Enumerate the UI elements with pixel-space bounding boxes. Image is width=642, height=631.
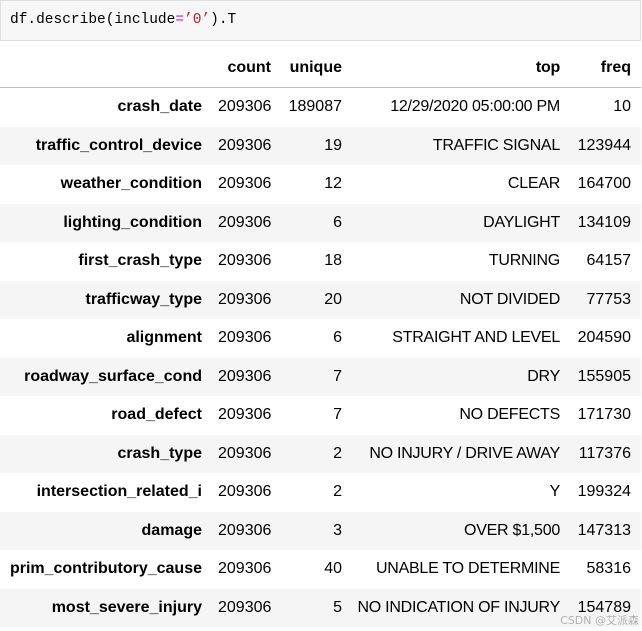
row-label: traffic_control_device: [35, 136, 202, 154]
table-header: count unique top freq: [0, 49, 641, 88]
cell-unique: 2: [333, 444, 342, 462]
table-row: roadway_surface_cond 209306 7 DRY 155905: [0, 357, 641, 396]
table-row: prim_contributory_cause 209306 40 UNABLE TO…: [0, 550, 641, 589]
cell-top: DAYLIGHT: [483, 213, 560, 231]
cell-unique: 40: [324, 560, 342, 578]
cell-unique: 6: [333, 213, 342, 231]
table-row: crash_type 209306 2 NO INJURY / DRIVE AWAY 1…: [0, 434, 641, 473]
column-header-freq: freq: [568, 49, 641, 88]
code-token: df.describe(include: [10, 12, 176, 28]
cell-unique: 3: [333, 521, 342, 539]
column-header-unique: unique: [279, 49, 350, 88]
cell-unique: 7: [333, 406, 342, 424]
cell-top: NO DEFECTS: [459, 406, 560, 424]
header-row: count unique top freq: [0, 49, 641, 88]
cell-top: CLEAR: [507, 175, 560, 193]
code-token: ).T: [210, 12, 237, 28]
row-label: lighting_condition: [63, 213, 202, 231]
code-token: ’0’: [184, 12, 211, 28]
row-label: weather_condition: [60, 175, 202, 193]
cell-count: 209306: [218, 252, 272, 270]
cell-freq: 147313: [577, 521, 631, 539]
column-header-count: count: [210, 49, 279, 88]
cell-freq: 164700: [577, 175, 631, 193]
cell-freq: 171730: [577, 406, 631, 424]
row-label: trafficway_type: [85, 290, 203, 308]
cell-freq: 10: [613, 98, 631, 116]
cell-freq: 155905: [577, 367, 631, 385]
cell-freq: 58316: [586, 560, 632, 578]
cell-count: 209306: [218, 98, 272, 116]
cell-count: 209306: [218, 444, 272, 462]
cell-top: 12/29/2020 05:00:00 PM: [390, 98, 560, 116]
cell-top: TRAFFIC SIGNAL: [432, 136, 560, 154]
cell-count: 209306: [218, 406, 272, 424]
cell-unique: 189087: [288, 98, 342, 116]
cell-freq: 123944: [577, 136, 631, 154]
row-label: first_crash_type: [78, 252, 202, 270]
table-body: crash_date 209306 189087 12/29/2020 05:00:0…: [0, 88, 641, 627]
cell-top: NO INJURY / DRIVE AWAY: [369, 444, 560, 462]
cell-unique: 18: [324, 252, 342, 270]
cell-freq: 64157: [586, 252, 632, 270]
cell-unique: 2: [333, 483, 342, 501]
cell-count: 209306: [218, 560, 272, 578]
cell-count: 209306: [218, 483, 272, 501]
cell-freq: 204590: [577, 329, 631, 347]
cell-count: 209306: [218, 521, 272, 539]
table-row: most_severe_injury 209306 5 NO INDICATION O…: [0, 588, 641, 627]
row-label: alignment: [126, 329, 202, 347]
row-label: crash_type: [117, 444, 203, 462]
row-label: roadway_surface_cond: [24, 367, 202, 385]
cell-top: Y: [549, 483, 561, 501]
row-label: road_defect: [111, 406, 202, 424]
cell-top: TURNING: [488, 252, 560, 270]
cell-unique: 12: [324, 175, 342, 193]
cell-count: 209306: [218, 175, 272, 193]
cell-top: NO INDICATION OF INJURY: [357, 598, 560, 616]
table-row: intersection_related_i 209306 2 Y 199324: [0, 473, 641, 512]
cell-count: 209306: [218, 598, 272, 616]
cell-unique: 19: [324, 136, 342, 154]
cell-count: 209306: [218, 367, 272, 385]
table-row: crash_date 209306 189087 12/29/2020 05:00:0…: [0, 88, 641, 127]
cell-unique: 20: [324, 290, 342, 308]
code-cell[interactable]: df.describe(include=’0’).T: [0, 0, 641, 41]
cell-freq: 134109: [577, 213, 631, 231]
table-row: weather_condition 209306 12 CLEAR 164700: [0, 165, 641, 204]
cell-freq: 117376: [578, 444, 631, 462]
table-row: road_defect 209306 7 NO DEFECTS 171730: [0, 396, 641, 435]
table-row: lighting_condition 209306 6 DAYLIGHT 134109: [0, 203, 641, 242]
describe-output-table: count unique top freq crash_date 209306 18908…: [0, 49, 641, 627]
cell-top: DRY: [527, 367, 560, 385]
cell-unique: 5: [333, 598, 342, 616]
cell-top: STRAIGHT AND LEVEL: [392, 329, 560, 347]
table-row: alignment 209306 6 STRAIGHT AND LEVEL 204590: [0, 319, 641, 358]
watermark: CSDN @艾派森: [560, 614, 639, 627]
code-line[interactable]: df.describe(include=’0’).T: [10, 1, 236, 40]
cell-top: UNABLE TO DETERMINE: [375, 560, 560, 578]
code-token: =: [175, 12, 185, 28]
cell-freq: 199324: [577, 483, 631, 501]
cell-freq: 77753: [586, 290, 632, 308]
table-row: damage 209306 3 OVER $1,500 147313: [0, 511, 641, 550]
cell-count: 209306: [218, 213, 272, 231]
table-row: traffic_control_device 209306 19 TRAFFIC SI…: [0, 126, 641, 165]
cell-unique: 7: [333, 367, 342, 385]
index-header: [0, 49, 210, 88]
cell-top: OVER $1,500: [464, 521, 560, 539]
cell-count: 209306: [218, 290, 272, 308]
row-label: intersection_related_i: [36, 483, 202, 501]
row-label: prim_contributory_cause: [9, 560, 202, 578]
column-header-top: top: [350, 49, 568, 88]
cell-count: 209306: [218, 136, 272, 154]
table-row: first_crash_type 209306 18 TURNING 64157: [0, 242, 641, 281]
row-label: crash_date: [117, 98, 203, 116]
row-label: damage: [141, 521, 202, 539]
table-row: trafficway_type 209306 20 NOT DIVIDED 77753: [0, 280, 641, 319]
row-label: most_severe_injury: [51, 598, 202, 616]
cell-count: 209306: [218, 329, 272, 347]
cell-unique: 6: [333, 329, 342, 347]
cell-top: NOT DIVIDED: [459, 290, 560, 308]
